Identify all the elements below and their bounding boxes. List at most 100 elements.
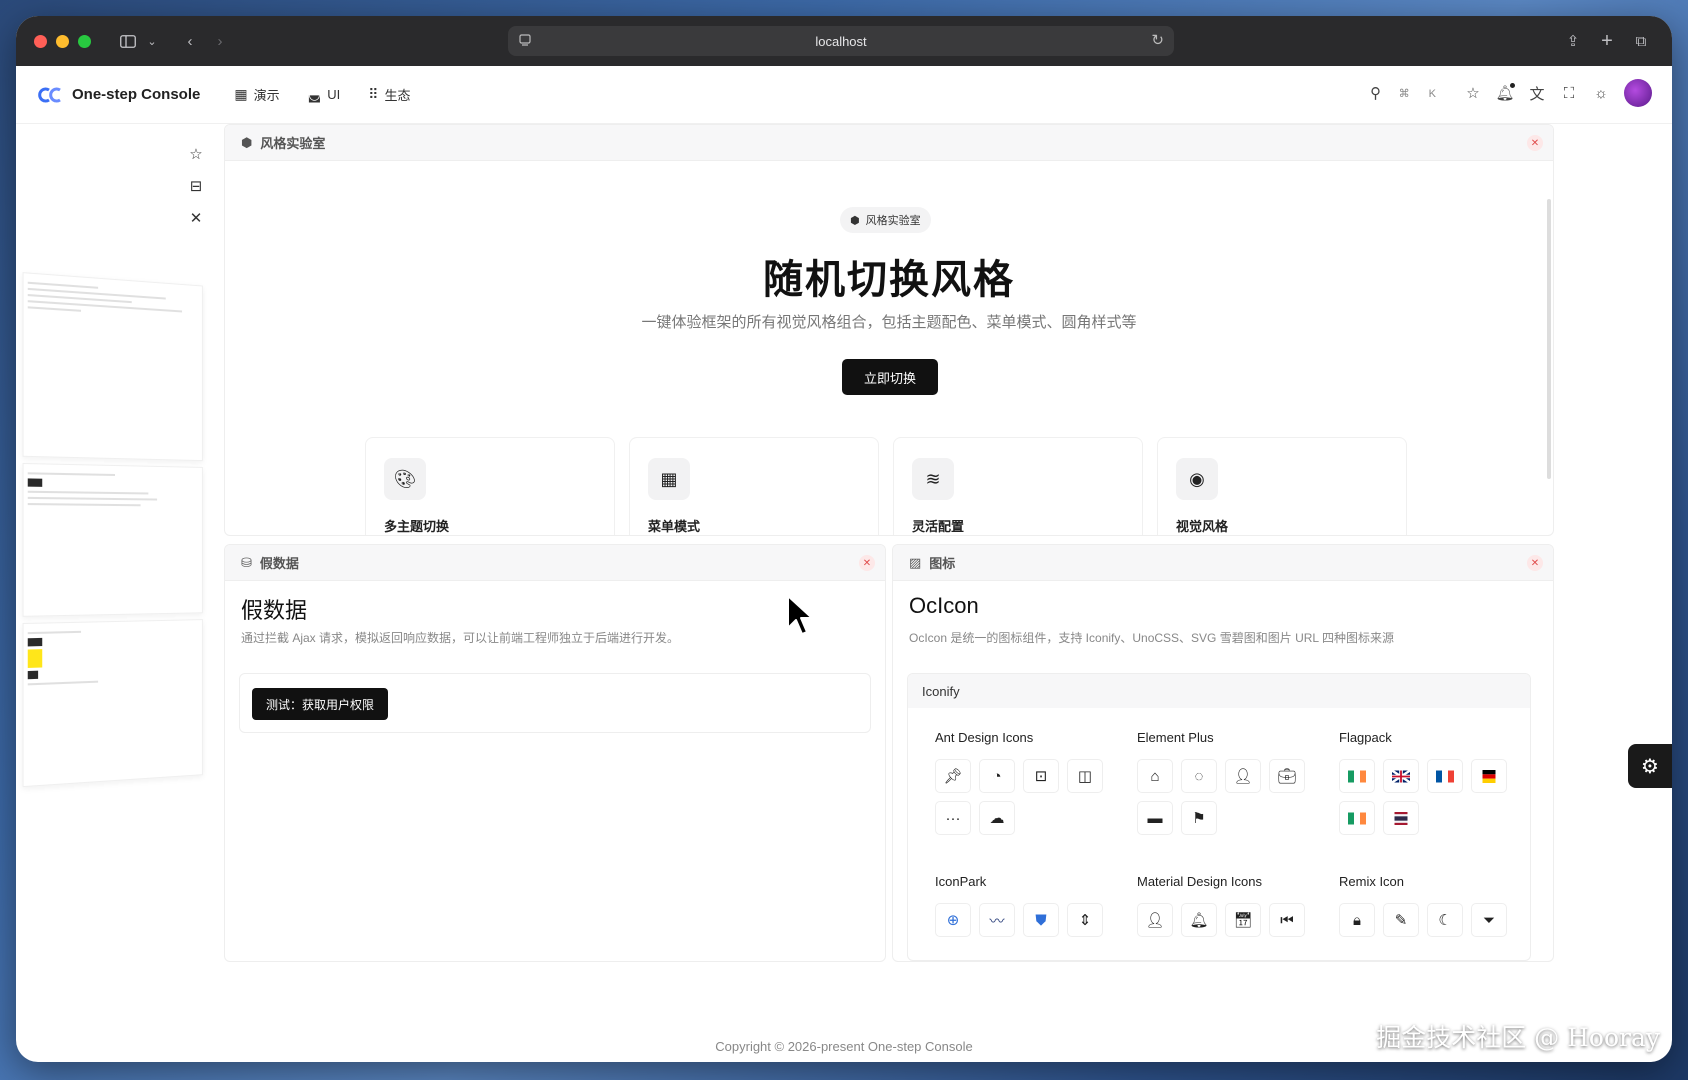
ellipsis-icon[interactable]: ··· (935, 801, 971, 835)
minimize-window-button[interactable] (56, 34, 69, 48)
test-permission-button[interactable]: 测试：获取用户权限 (252, 688, 389, 720)
icon-set: Material Design Icons 👤︎ 🔔︎ 📅︎ ⏮︎ (1137, 874, 1327, 937)
back-button[interactable]: ‹ (175, 26, 205, 56)
feature-card[interactable]: 🎨︎ 多主题切换 (365, 437, 615, 535)
watermark: 掘金技术社区 @ Hooray (1376, 1023, 1660, 1052)
bell-icon[interactable]: 🔔︎ (1495, 83, 1515, 102)
avatar[interactable] (1624, 79, 1652, 107)
header-actions: ⚲ ⌘ K ☆ 🔔︎ 文 ⛶ ☼ (1367, 79, 1652, 107)
ireland-flag-icon[interactable] (1339, 759, 1375, 793)
flag-icon[interactable]: ⚑ (1181, 801, 1217, 835)
search-icon[interactable]: ⚲ (1367, 84, 1385, 102)
favorite-icon[interactable]: ☆ (186, 144, 206, 164)
chevron-down-icon: ⌄ (147, 35, 157, 48)
ireland-flag-icon[interactable] (1339, 801, 1375, 835)
star-icon[interactable]: ☆ (1464, 84, 1482, 102)
home-icon[interactable]: ⌂ (1137, 759, 1173, 793)
sort-icon[interactable]: ⇕ (1067, 903, 1103, 937)
window-controls (34, 34, 91, 48)
tab-overview-icon[interactable]: ⧉ (1626, 26, 1656, 56)
shopping-bag-icon[interactable]: ⊡ (1023, 759, 1059, 793)
mustache-icon[interactable]: 〰 (979, 903, 1015, 937)
layout-icon[interactable]: ◫ (1067, 759, 1103, 793)
moon-icon[interactable]: ☾ (1427, 903, 1463, 937)
add-circle-icon[interactable]: ⊕ (935, 903, 971, 937)
icon-set: Element Plus ⌂ ◌ 👤︎ 💼︎ ▬ ⚑ (1137, 730, 1327, 835)
scrollbar[interactable] (1547, 199, 1551, 479)
settings-gear-button[interactable]: ⚙ (1628, 744, 1672, 788)
pencil-icon[interactable]: ✎ (1383, 903, 1419, 937)
backpack-icon[interactable]: ⛊ (1023, 903, 1059, 937)
nav-item-ui[interactable]: ◛ UI (308, 85, 341, 104)
icon-set: Ant Design Icons 📌︎ ◔ ⊡ ◫ ··· ☁︎ (935, 730, 1125, 835)
feature-label: 多主题切换 (384, 519, 450, 534)
panel-header: ⬢ 风格实验室 ✕ (225, 125, 1553, 161)
icon-set-title: Material Design Icons (1137, 874, 1262, 889)
sidebar-toggle[interactable]: ⌄ (113, 26, 161, 56)
close-window-button[interactable] (34, 34, 47, 48)
pie-chart-icon[interactable]: ◔ (979, 759, 1015, 793)
grid-icon: ▦ (648, 458, 690, 500)
gear-icon: ⚙ (1641, 755, 1659, 778)
filter-icon[interactable]: ⏷ (1471, 903, 1507, 937)
panel-title: 图标 (929, 556, 956, 571)
skip-previous-icon[interactable]: ⏮︎ (1269, 903, 1305, 937)
france-flag-icon[interactable] (1427, 759, 1463, 793)
icon-set-title: Ant Design Icons (935, 730, 1034, 745)
monitor-icon[interactable]: ▬ (1137, 801, 1173, 835)
nav-item-ecosystem[interactable]: ⠿ 生态 (368, 85, 410, 104)
lock-icon[interactable]: 🔒︎ (1339, 903, 1375, 937)
url-text: localhost (815, 33, 867, 49)
user-icon[interactable]: 👤︎ (1225, 759, 1261, 793)
browser-window: ⌄ ‹ › localhost ↻ ⇪ + ⧉ One-step Console (16, 16, 1672, 1062)
account-edit-icon[interactable]: 👤︎ (1137, 903, 1173, 937)
image-icon: ▨ (909, 554, 922, 570)
chat-icon[interactable]: ◌ (1181, 759, 1217, 793)
cube-icon: ⬢ (850, 214, 860, 227)
page-menu-icon[interactable] (518, 33, 532, 47)
nav-item-demo[interactable]: ▦ 演示 (234, 85, 279, 104)
briefcase-icon[interactable]: 💼︎ (1269, 759, 1305, 793)
top-nav: ▦ 演示 ◛ UI ⠿ 生态 (234, 85, 410, 104)
thailand-flag-icon[interactable] (1383, 801, 1419, 835)
panel-header: ⛁ 假数据 ✕ (225, 545, 885, 581)
fullscreen-icon[interactable]: ⛶ (1560, 84, 1578, 102)
section-title: OcIcon (909, 593, 979, 618)
logo-icon (38, 87, 61, 102)
layout-icon[interactable]: ⊟ (186, 176, 206, 196)
grid-icon: ⠿ (368, 86, 379, 102)
close-icon[interactable]: ✕ (1527, 555, 1543, 571)
mock-card: 测试：获取用户权限 (239, 673, 871, 733)
mouse-cursor-icon (787, 595, 813, 635)
close-icon[interactable]: ✕ (186, 208, 206, 228)
feature-card[interactable]: ◉ 视觉风格 (1157, 437, 1407, 535)
uk-flag-icon[interactable] (1383, 759, 1419, 793)
app-header: One-step Console ▦ 演示 ◛ UI ⠿ 生态 ⚲ ⌘ K ☆ … (16, 66, 1672, 124)
close-icon[interactable]: ✕ (859, 555, 875, 571)
bell-ring-icon[interactable]: 🔔︎ (1181, 903, 1217, 937)
switch-now-button[interactable]: 立即切换 (842, 359, 938, 395)
address-bar[interactable]: localhost ↻ (508, 26, 1174, 56)
section-title: 假数据 (241, 598, 308, 623)
translate-icon[interactable]: 文 (1528, 84, 1546, 103)
share-icon[interactable]: ⇪ (1558, 26, 1588, 56)
new-tab-icon[interactable]: + (1592, 26, 1622, 56)
cube-icon: ⬢ (241, 134, 253, 150)
app-logo[interactable]: One-step Console (38, 86, 200, 104)
zoom-window-button[interactable] (78, 34, 91, 48)
section-description: OcIcon 是统一的图标组件，支持 Iconify、UnoCSS、SVG 雪碧… (909, 631, 1394, 645)
reload-icon[interactable]: ↻ (1151, 31, 1164, 49)
close-icon[interactable]: ✕ (1527, 135, 1543, 151)
calendar-edit-icon[interactable]: 📅︎ (1225, 903, 1261, 937)
feature-card[interactable]: ≋ 灵活配置 (893, 437, 1143, 535)
main-content: ⬢ 风格实验室 ✕ ⬢ 风格实验室 随机切换风格 一键体验框架的所有视觉风格组合… (224, 124, 1656, 1002)
chip-label: 风格实验室 (865, 215, 921, 227)
sun-icon[interactable]: ☼ (1592, 84, 1610, 102)
icon-set-title: Element Plus (1137, 730, 1214, 745)
feature-card[interactable]: ▦ 菜单模式 (629, 437, 879, 535)
forward-button[interactable]: › (205, 26, 235, 56)
pushpin-icon[interactable]: 📌︎ (935, 759, 971, 793)
feature-label: 视觉风格 (1176, 519, 1229, 534)
germany-flag-icon[interactable] (1471, 759, 1507, 793)
cloud-icon[interactable]: ☁︎ (979, 801, 1015, 835)
